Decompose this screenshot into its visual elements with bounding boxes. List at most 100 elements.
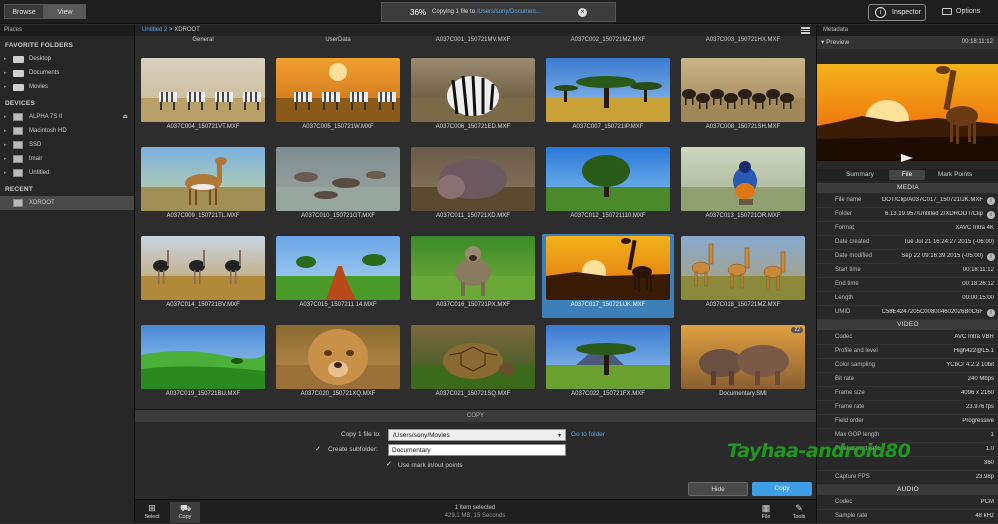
info-icon[interactable]: i bbox=[987, 197, 995, 205]
copy-tool-label: Copy bbox=[178, 514, 192, 520]
clip-thumbnail[interactable]: A037C009_150721TL.MXF bbox=[137, 145, 269, 229]
select-grid-icon: ⊞ bbox=[148, 503, 156, 513]
browse-mode-button[interactable]: Browse bbox=[4, 4, 44, 19]
clip-thumbnail[interactable]: A037C010_150721GT.MXF bbox=[272, 145, 404, 229]
metadata-row: Start time 00:18:11:12 bbox=[817, 264, 998, 278]
clip-thumbnail[interactable]: A037C006_150721ED.MXF bbox=[407, 56, 539, 140]
expand-arrow-icon[interactable]: ▸ bbox=[4, 80, 7, 94]
metadata-key: Color sampling bbox=[835, 362, 876, 368]
clip-thumbnail[interactable]: A037C012_150721110.MXF bbox=[542, 145, 674, 229]
place-item[interactable]: ▸ Macintosh HD bbox=[0, 124, 134, 138]
create-subfolder-checkbox[interactable]: ✓ bbox=[315, 446, 322, 453]
breadcrumb-parent[interactable]: Untitled 2 bbox=[142, 27, 167, 33]
metadata-value: 00:00:15:00 bbox=[962, 295, 994, 301]
destination-dropdown[interactable]: /Users/sony/Movies ▾ bbox=[388, 429, 566, 441]
place-item[interactable]: ▸ SSD bbox=[0, 138, 134, 152]
expand-arrow-icon[interactable]: ▸ bbox=[4, 124, 7, 138]
place-item[interactable]: ▸ Untitled bbox=[0, 166, 134, 180]
clip-thumbnail-image bbox=[141, 236, 265, 300]
preview-header[interactable]: ▾ Preview 00:18:11:12 bbox=[817, 36, 998, 49]
drive-icon bbox=[13, 141, 23, 149]
place-item[interactable]: ▸ ALPHA 7S II ⏏ bbox=[0, 110, 134, 124]
top-row-label: A037C001_150721MV.MXF bbox=[435, 37, 511, 43]
view-mode-button[interactable]: View bbox=[44, 4, 86, 19]
file-menu-button[interactable]: ▦ File bbox=[751, 502, 781, 523]
metadata-key: Field order bbox=[835, 418, 864, 424]
clip-thumbnail[interactable]: A037C013_150721OR.MXF bbox=[677, 145, 809, 229]
clip-thumbnail[interactable]: A037C011_150721XD.MXF bbox=[407, 145, 539, 229]
clip-name: A037C018_150721MZ.MXF bbox=[705, 302, 781, 308]
metadata-section-header[interactable]: MEDIA bbox=[817, 183, 998, 193]
metadata-key: Bit rate bbox=[835, 376, 855, 382]
clip-name: A037C005_150721W.MXF bbox=[302, 124, 374, 130]
clip-thumbnail[interactable]: A037C015_1507211 14.MXF bbox=[272, 234, 404, 318]
recent-title: RECENT bbox=[5, 186, 33, 193]
place-item[interactable]: ▸ tmair bbox=[0, 152, 134, 166]
metadata-key: UMID bbox=[835, 309, 851, 315]
cancel-copy-icon[interactable]: × bbox=[578, 8, 587, 17]
tab-file[interactable]: File bbox=[889, 170, 925, 180]
options-button[interactable]: Options bbox=[939, 4, 995, 21]
preview-video[interactable] bbox=[817, 64, 998, 161]
tab-summary[interactable]: Summary bbox=[835, 170, 885, 180]
tools-menu-button[interactable]: ✎ Tools bbox=[784, 502, 814, 523]
metadata-row: Field order Progressive bbox=[817, 415, 998, 429]
clip-thumbnail-image bbox=[411, 236, 535, 300]
breadcrumb: Untitled 2 > XDROOT bbox=[135, 25, 816, 36]
tab-mark-points[interactable]: Mark Points bbox=[929, 170, 981, 180]
clip-thumbnail[interactable]: A037C022_150721FX.MXF bbox=[542, 323, 674, 407]
clip-name: A037C014_150721BV.MXF bbox=[166, 302, 240, 308]
metadata-row: Frame size 4096 x 2160 bbox=[817, 387, 998, 401]
hide-button[interactable]: Hide bbox=[688, 482, 748, 496]
clip-thumbnail[interactable]: A037C004_150721VT.MXF bbox=[137, 56, 269, 140]
place-label: Desktop bbox=[29, 56, 52, 62]
metadata-section-header[interactable]: VIDEO bbox=[817, 320, 998, 330]
clip-thumbnail[interactable]: A037C020_150721XQ.MXF bbox=[272, 323, 404, 407]
folder-icon bbox=[13, 70, 24, 77]
eject-icon[interactable]: ⏏ bbox=[122, 110, 128, 124]
clip-thumbnail[interactable]: A037C016_150721PX.MXF bbox=[407, 234, 539, 318]
select-tool-button[interactable]: ⊞ Select bbox=[137, 502, 167, 523]
metadata-row: Codec PCM bbox=[817, 496, 998, 510]
clip-thumbnail[interactable]: A037C008_150721SH.MXF bbox=[677, 56, 809, 140]
copy-tool-button[interactable]: ⛟ Copy bbox=[170, 502, 200, 523]
metadata-row: End time 00:18:26:12 bbox=[817, 278, 998, 292]
expand-arrow-icon[interactable]: ▸ bbox=[4, 166, 7, 180]
expand-arrow-icon[interactable]: ▸ bbox=[4, 66, 7, 80]
expand-arrow-icon[interactable]: ▸ bbox=[4, 110, 7, 124]
copy-button[interactable]: Copy bbox=[752, 482, 812, 496]
clip-thumbnail[interactable]: A037C017_150721IJK.MXF bbox=[542, 234, 674, 318]
places-header: Places bbox=[0, 25, 134, 36]
place-item[interactable]: ▸ Documents bbox=[0, 66, 134, 80]
info-icon[interactable]: i bbox=[987, 253, 995, 261]
place-label: Movies bbox=[29, 84, 49, 90]
clip-name: A037C015_1507211 14.MXF bbox=[299, 302, 377, 308]
metadata-value: 360 bbox=[983, 460, 994, 466]
clip-thumbnail[interactable]: A037C021_150721SQ.MXF bbox=[407, 323, 539, 407]
place-item[interactable]: ▸ Movies bbox=[0, 80, 134, 94]
metadata-section-header[interactable]: AUDIO bbox=[817, 485, 998, 495]
metadata-value: 4096 x 2160 bbox=[960, 390, 994, 396]
inspector-button[interactable]: i Inspector bbox=[868, 4, 926, 21]
chevron-down-icon: ▾ bbox=[557, 433, 561, 439]
info-icon[interactable]: i bbox=[987, 211, 995, 219]
clip-thumbnail[interactable]: Documentary.SMI 22 bbox=[677, 323, 809, 407]
mark-in-out-checkbox[interactable]: ✓ bbox=[386, 461, 393, 468]
clip-thumbnail[interactable]: A037C014_150721BV.MXF bbox=[137, 234, 269, 318]
list-view-icon[interactable] bbox=[801, 27, 810, 34]
expand-arrow-icon[interactable]: ▸ bbox=[4, 138, 7, 152]
place-item[interactable]: ▸ Desktop bbox=[0, 52, 134, 66]
clip-thumbnail[interactable]: A037C007_150721IP.MXF bbox=[542, 56, 674, 140]
progress-path-link[interactable]: /Users/sony/Documen... bbox=[477, 9, 541, 15]
clip-thumbnail[interactable]: A037C018_150721MZ.MXF bbox=[677, 234, 809, 318]
info-icon[interactable]: i bbox=[987, 309, 995, 317]
expand-arrow-icon[interactable]: ▸ bbox=[4, 52, 7, 66]
metadata-key: Date created bbox=[835, 239, 870, 245]
clip-thumbnail[interactable]: A037C005_150721W.MXF bbox=[272, 56, 404, 140]
expand-arrow-icon[interactable]: ▸ bbox=[4, 152, 7, 166]
clip-thumbnail[interactable]: A037C019_150721BU.MXF bbox=[137, 323, 269, 407]
go-to-folder-link[interactable]: Go to folder bbox=[571, 431, 605, 438]
play-icon[interactable] bbox=[901, 154, 913, 162]
place-item[interactable]: XDROOT bbox=[0, 196, 134, 210]
subfolder-name-input[interactable]: Documentary bbox=[388, 444, 566, 456]
